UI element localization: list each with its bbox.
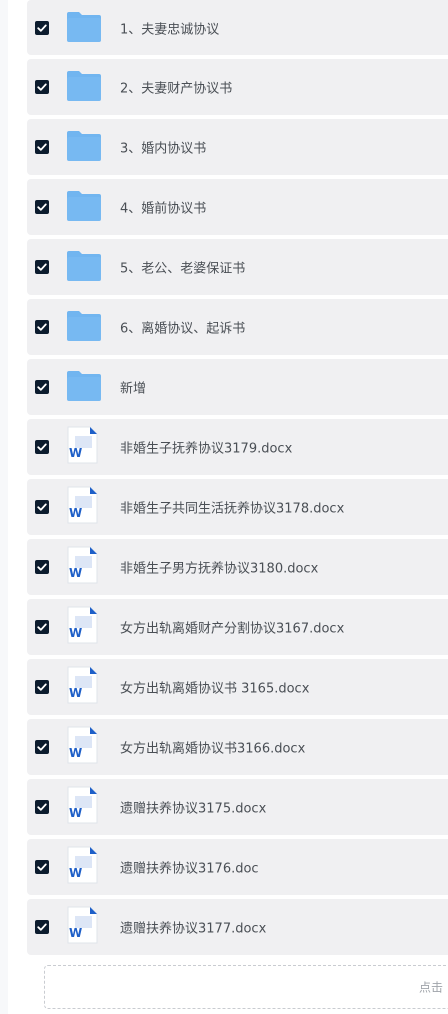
row-checkbox[interactable] — [35, 440, 49, 454]
folder-icon — [66, 367, 102, 407]
row-checkbox[interactable] — [35, 140, 49, 154]
word-doc-icon: W — [66, 606, 98, 648]
file-name: 遗赠扶养协议3177.docx — [120, 921, 267, 937]
svg-text:W: W — [69, 746, 82, 760]
file-name: 遗赠扶养协议3175.docx — [120, 801, 267, 817]
file-row[interactable]: 2、夫妻财产协议书 — [27, 59, 448, 115]
svg-text:W: W — [69, 626, 82, 640]
file-name: 6、离婚协议、起诉书 — [120, 321, 246, 337]
file-row[interactable]: 6、离婚协议、起诉书 — [27, 299, 448, 355]
folder-icon — [66, 187, 102, 227]
file-row[interactable]: W 遗赠扶养协议3175.docx — [27, 779, 448, 835]
row-checkbox[interactable] — [35, 680, 49, 694]
svg-text:W: W — [69, 806, 82, 820]
upload-drop-area[interactable]: 点击 — [44, 965, 448, 1009]
file-row[interactable]: W 遗赠扶养协议3176.doc — [27, 839, 448, 895]
row-checkbox[interactable] — [35, 20, 49, 35]
file-row[interactable]: W 女方出轨离婚协议书3166.docx — [27, 719, 448, 775]
file-name: 2、夫妻财产协议书 — [120, 81, 233, 97]
file-row[interactable]: 4、婚前协议书 — [27, 179, 448, 235]
file-row[interactable]: W 遗赠扶养协议3177.docx — [27, 899, 448, 955]
word-doc-icon: W — [66, 666, 98, 708]
word-doc-icon: W — [66, 486, 98, 528]
word-doc-icon: W — [66, 846, 98, 888]
file-name: 非婚生子抚养协议3179.docx — [120, 441, 293, 457]
word-doc-icon: W — [66, 726, 98, 768]
file-name: 3、婚内协议书 — [120, 141, 207, 157]
word-doc-icon: W — [66, 426, 98, 468]
folder-icon — [66, 8, 102, 48]
row-checkbox[interactable] — [35, 800, 49, 814]
file-name: 女方出轨离婚财产分割协议3167.docx — [120, 621, 345, 637]
file-name: 遗赠扶养协议3176.doc — [120, 861, 259, 877]
file-row[interactable]: 1、夫妻忠诚协议 — [27, 0, 448, 55]
file-name: 非婚生子共同生活抚养协议3178.docx — [120, 501, 345, 517]
row-checkbox[interactable] — [35, 380, 49, 394]
folder-icon — [66, 127, 102, 167]
file-name: 5、老公、老婆保证书 — [120, 261, 246, 277]
svg-text:W: W — [69, 926, 82, 940]
file-row[interactable]: W 非婚生子抚养协议3179.docx — [27, 419, 448, 475]
row-checkbox[interactable] — [35, 200, 49, 214]
word-doc-icon: W — [66, 786, 98, 828]
row-checkbox[interactable] — [35, 740, 49, 754]
left-sidebar-edge — [0, 0, 8, 1014]
row-checkbox[interactable] — [35, 80, 49, 94]
word-doc-icon: W — [66, 906, 98, 948]
row-checkbox[interactable] — [35, 320, 49, 334]
row-checkbox[interactable] — [35, 920, 49, 934]
file-row[interactable]: 5、老公、老婆保证书 — [27, 239, 448, 295]
svg-text:W: W — [69, 566, 82, 580]
file-name: 女方出轨离婚协议书 3165.docx — [120, 681, 310, 697]
file-list: 1、夫妻忠诚协议 2、夫妻财产协议书 3、婚内协议书 4、婚前协议书 5、老公、… — [27, 0, 448, 959]
file-name: 4、婚前协议书 — [120, 201, 207, 217]
file-name: 女方出轨离婚协议书3166.docx — [120, 741, 306, 757]
folder-icon — [66, 67, 102, 107]
file-row[interactable]: W 女方出轨离婚协议书 3165.docx — [27, 659, 448, 715]
file-browser: 1、夫妻忠诚协议 2、夫妻财产协议书 3、婚内协议书 4、婚前协议书 5、老公、… — [0, 0, 448, 1014]
file-row[interactable]: 3、婚内协议书 — [27, 119, 448, 175]
file-name: 1、夫妻忠诚协议 — [120, 22, 220, 37]
svg-text:W: W — [69, 506, 82, 520]
folder-icon — [66, 247, 102, 287]
file-name: 非婚生子男方抚养协议3180.docx — [120, 561, 319, 577]
folder-icon — [66, 307, 102, 347]
row-checkbox[interactable] — [35, 500, 49, 514]
file-row[interactable]: W 女方出轨离婚财产分割协议3167.docx — [27, 599, 448, 655]
svg-text:W: W — [69, 686, 82, 700]
row-checkbox[interactable] — [35, 260, 49, 274]
row-checkbox[interactable] — [35, 620, 49, 634]
file-row[interactable]: W 非婚生子共同生活抚养协议3178.docx — [27, 479, 448, 535]
file-name: 新增 — [120, 381, 147, 397]
file-row[interactable]: 新增 — [27, 359, 448, 415]
file-row[interactable]: W 非婚生子男方抚养协议3180.docx — [27, 539, 448, 595]
word-doc-icon: W — [66, 546, 98, 588]
svg-text:W: W — [69, 446, 82, 460]
row-checkbox[interactable] — [35, 560, 49, 574]
svg-text:W: W — [69, 866, 82, 880]
upload-hint: 点击 — [418, 980, 443, 995]
row-checkbox[interactable] — [35, 860, 49, 874]
